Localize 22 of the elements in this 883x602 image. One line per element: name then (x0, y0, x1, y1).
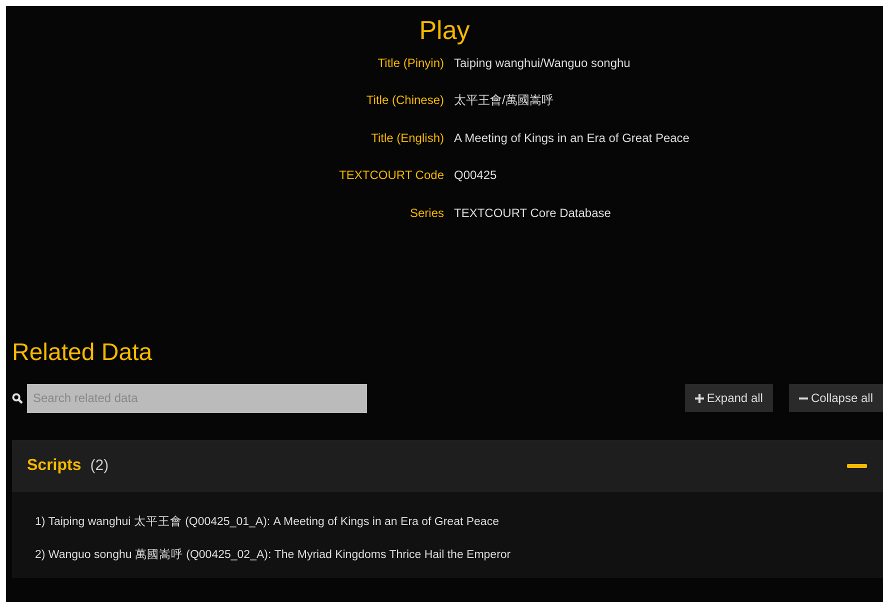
plus-icon (694, 394, 704, 403)
field-value: Taiping wanghui/Wanguo songhu (454, 56, 630, 70)
section-header[interactable]: Scripts (2) (12, 440, 883, 492)
field-label: Series (408, 204, 444, 222)
section-title: Scripts (27, 456, 82, 476)
page-title: Play (419, 14, 470, 45)
script-link[interactable]: 1) Taiping wanghui 太平王會 (Q00425_01_A): A Meeting of Kings in an Era of Great Peace (35, 516, 499, 528)
minus-icon[interactable] (847, 464, 867, 468)
section-heading: Related Data (12, 339, 154, 368)
field-label: Title (English) (370, 130, 444, 147)
field-value: A Meeting of Kings in an Era of Great Peace (454, 130, 690, 145)
field-value: TEXTCOURT Core Database (454, 206, 611, 220)
script-link[interactable]: 2) Wanguo songhu 萬國嵩呼 (Q00425_02_A): The Myriad Kingdoms Thrice Hail the Emperor (35, 548, 511, 561)
field-label: Title (Chinese) (365, 92, 444, 110)
search-icon (12, 392, 23, 404)
expand-all-button[interactable]: Expand all (684, 384, 773, 412)
collapse-all-button[interactable]: Collapse all (788, 384, 883, 412)
item-count: (2) (90, 456, 109, 476)
field-label: Title (Pinyin) (376, 54, 444, 72)
field-value: Q00425 (454, 168, 497, 182)
field-value: 太平王會/萬國嵩呼 (454, 93, 554, 108)
field-label: TEXTCOURT Code (338, 167, 444, 184)
